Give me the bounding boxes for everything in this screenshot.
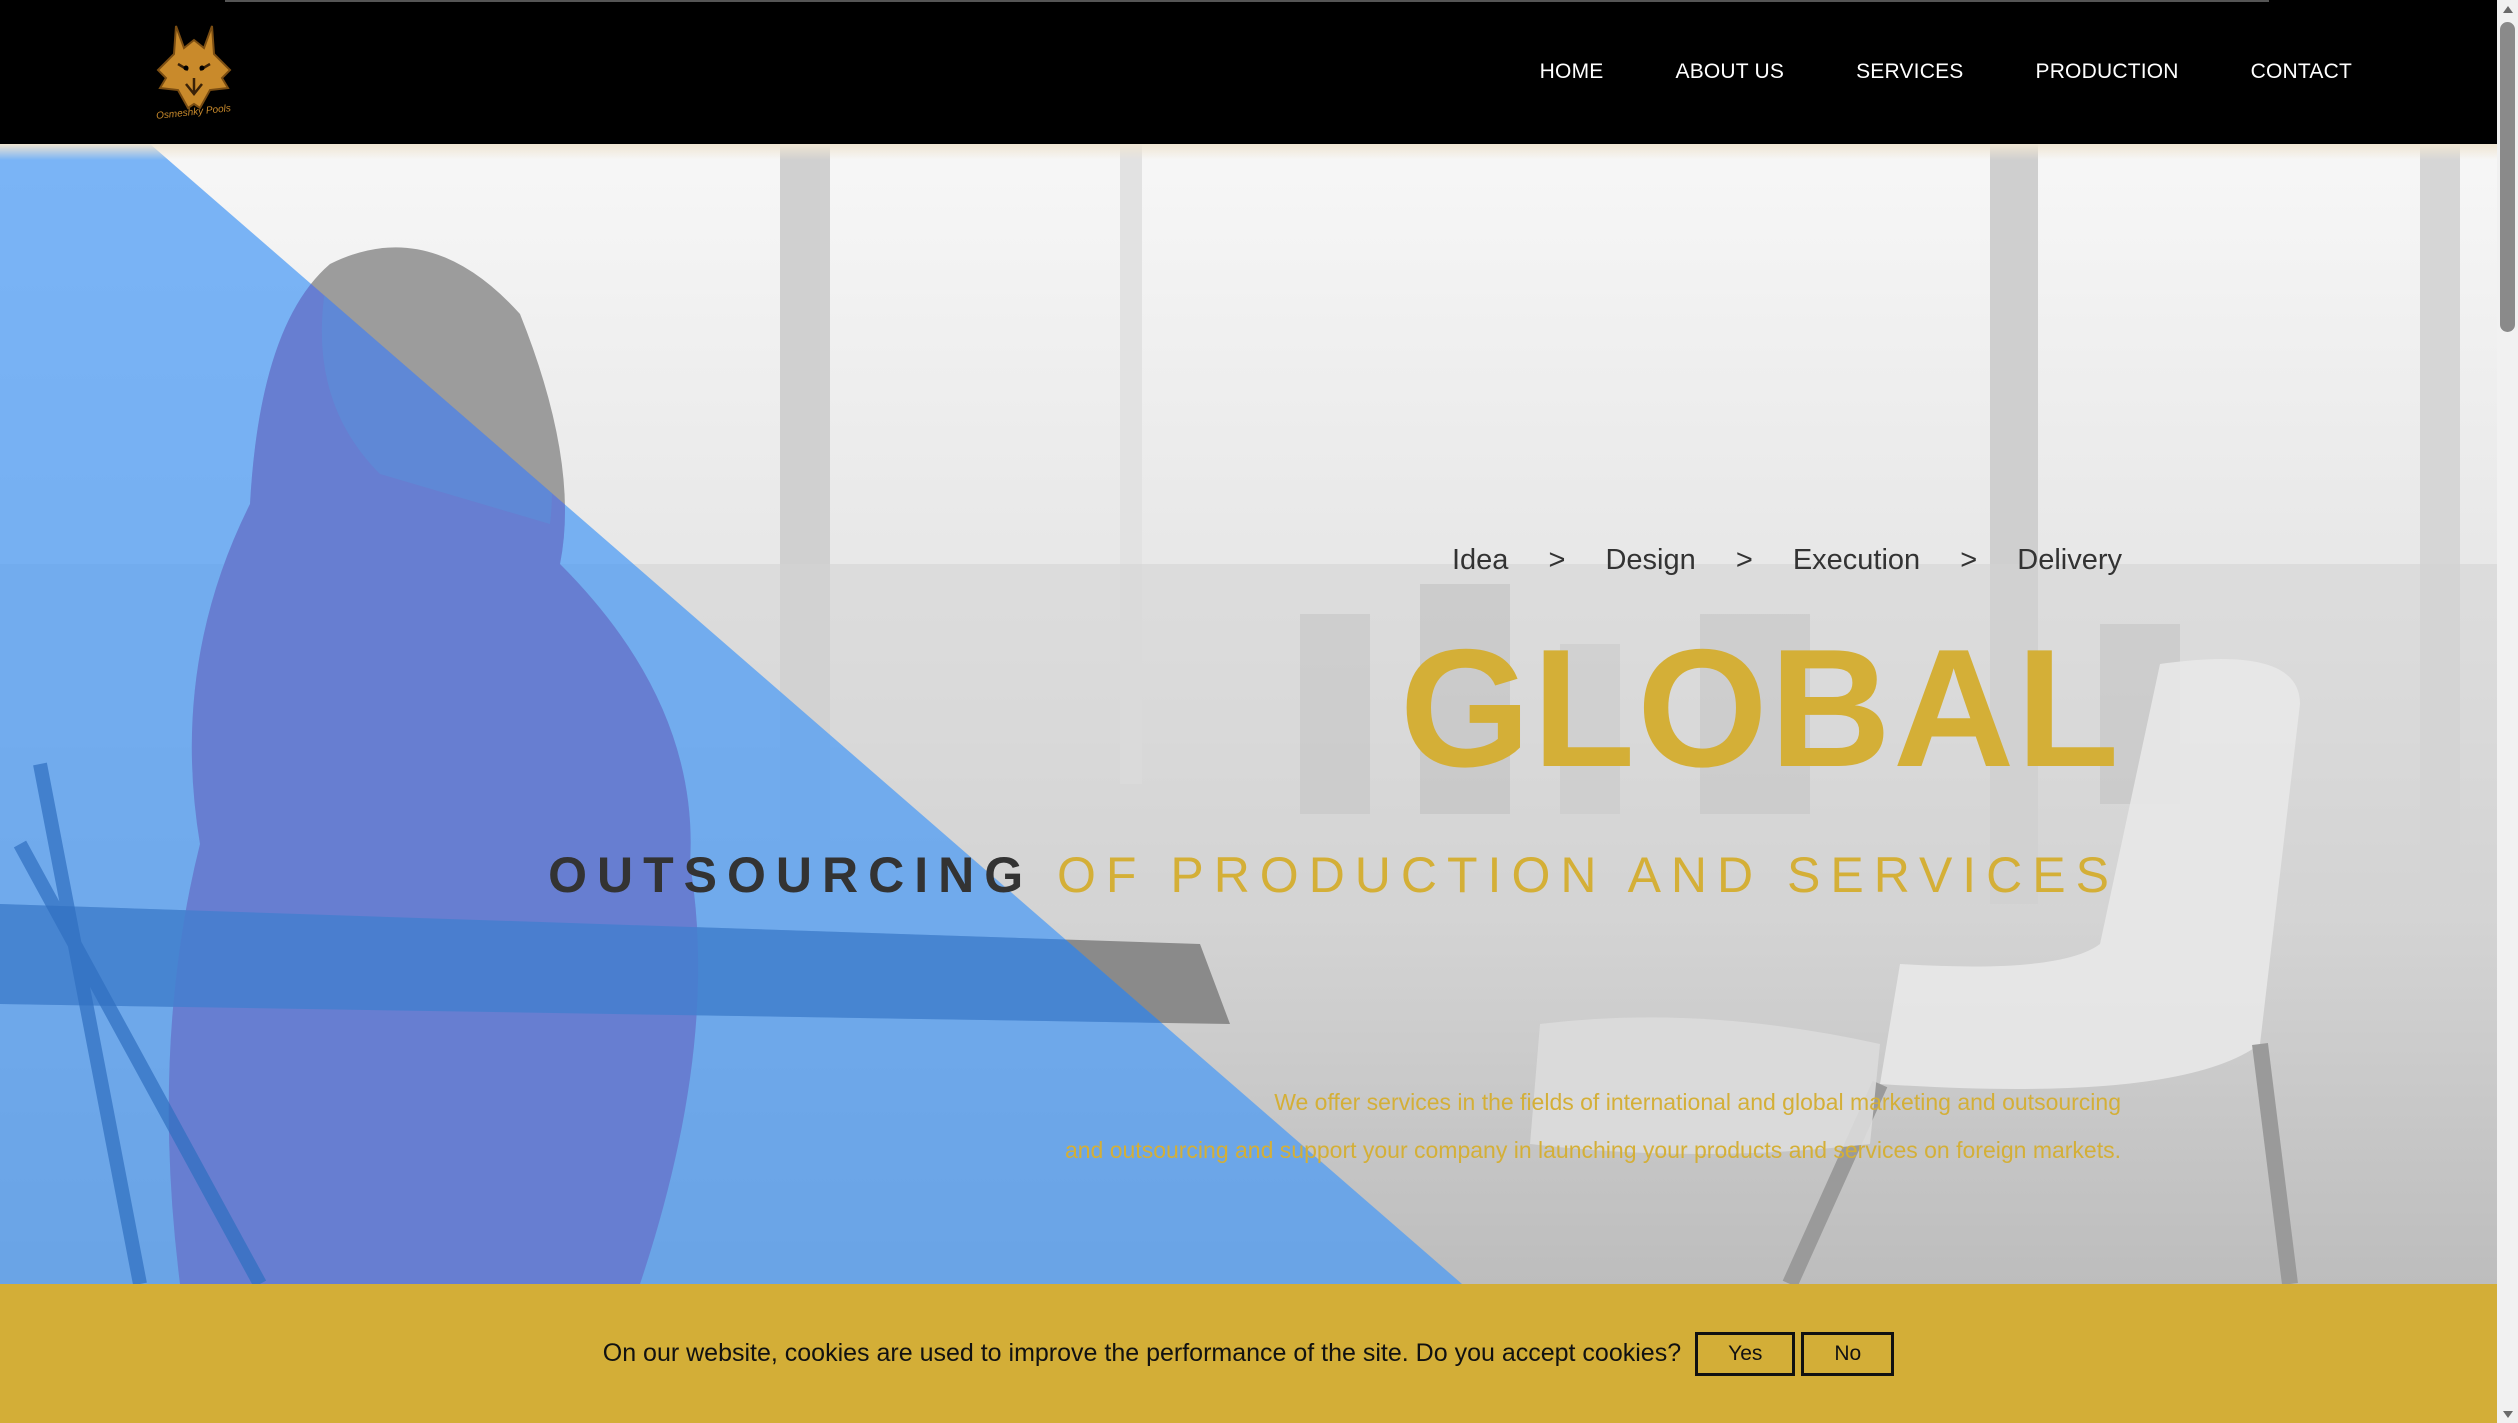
nav-contact[interactable]: CONTACT bbox=[2251, 60, 2352, 84]
hero-description: We offer services in the fields of inter… bbox=[1065, 1078, 2121, 1174]
subtitle-outsourcing: OUTSOURCING bbox=[548, 847, 1034, 903]
hero-subtitle: OUTSOURCING OF PRODUCTION AND SERVICES bbox=[548, 850, 2119, 900]
cookie-consent-bar: On our website, cookies are used to impr… bbox=[0, 1284, 2497, 1423]
description-line-2: and outsourcing and support your company… bbox=[1064, 1137, 2121, 1163]
nav-production[interactable]: PRODUCTION bbox=[2035, 60, 2178, 84]
main-nav: HOME ABOUT US SERVICES PRODUCTION CONTAC… bbox=[1468, 0, 2352, 144]
description-line-1: We offer services in the fields of inter… bbox=[1274, 1089, 2121, 1115]
process-steps: Idea > Design > Execution > Delivery bbox=[1452, 544, 2122, 577]
scroll-up-arrow-icon[interactable] bbox=[2497, 0, 2518, 18]
scrollbar-thumb[interactable] bbox=[2500, 22, 2515, 332]
step-execution: Execution bbox=[1792, 544, 1921, 576]
step-separator: > bbox=[1960, 544, 1978, 576]
step-idea: Idea bbox=[1451, 544, 1509, 576]
nav-services[interactable]: SERVICES bbox=[1856, 60, 1963, 84]
cookie-decline-button[interactable]: No bbox=[1801, 1331, 1895, 1376]
step-separator: > bbox=[1735, 544, 1753, 576]
step-separator: > bbox=[1548, 544, 1566, 576]
step-design: Design bbox=[1605, 544, 1696, 576]
hero-headline: GLOBAL bbox=[1399, 614, 2121, 802]
site-header: Osmeshky Pools HOME ABOUT US SERVICES PR… bbox=[0, 0, 2497, 144]
header-shadow bbox=[0, 144, 2497, 160]
scroll-down-arrow-icon[interactable] bbox=[2497, 1405, 2518, 1423]
nav-home[interactable]: HOME bbox=[1540, 60, 1604, 84]
page: Osmeshky Pools HOME ABOUT US SERVICES PR… bbox=[0, 0, 2497, 1423]
nav-about-us[interactable]: ABOUT US bbox=[1675, 60, 1784, 84]
hero-section: Idea > Design > Execution > Delivery GLO… bbox=[0, 144, 2497, 1284]
subtitle-production-services: OF PRODUCTION AND SERVICES bbox=[1057, 847, 2119, 903]
vertical-scrollbar[interactable] bbox=[2497, 0, 2518, 1423]
cookie-message: On our website, cookies are used to impr… bbox=[602, 1339, 1682, 1367]
cookie-accept-button[interactable]: Yes bbox=[1695, 1331, 1796, 1376]
step-delivery: Delivery bbox=[2017, 544, 2122, 576]
